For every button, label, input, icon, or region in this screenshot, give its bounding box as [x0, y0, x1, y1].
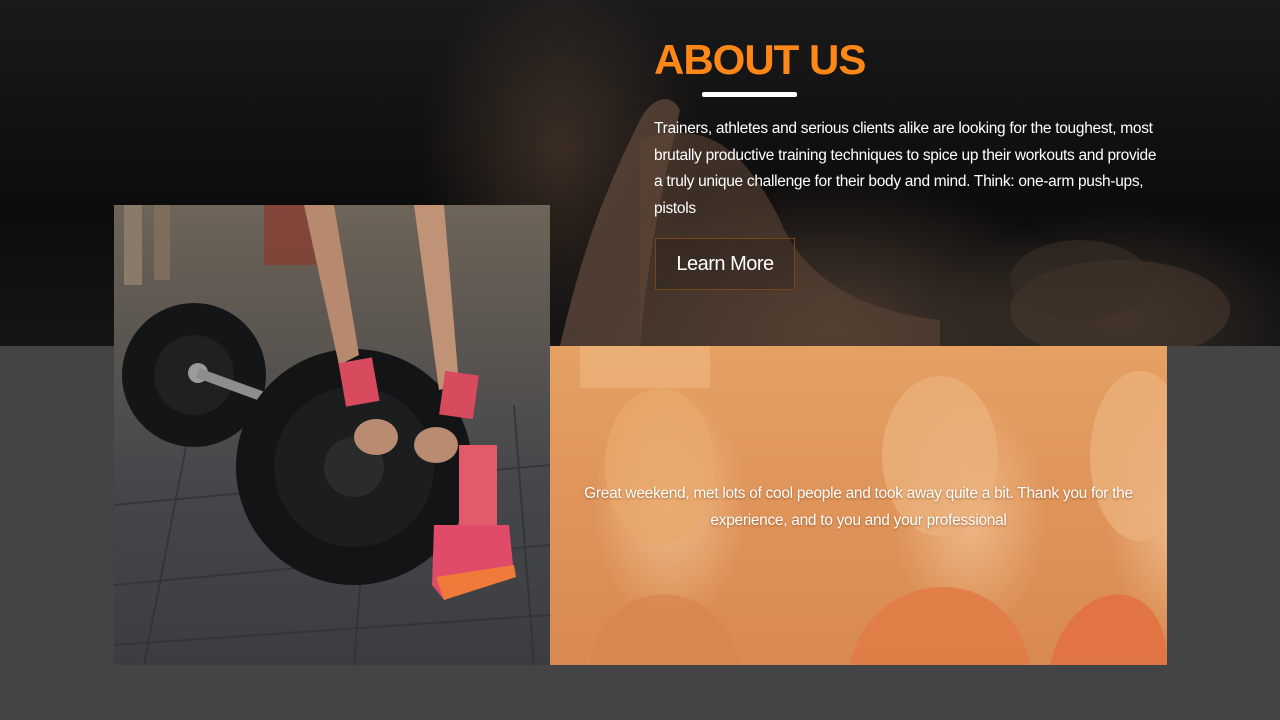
barbell-photo	[114, 205, 550, 665]
title-underline	[702, 92, 797, 97]
testimonial-photo: Great weekend, met lots of cool people a…	[550, 346, 1167, 665]
barbell-illustration	[114, 205, 550, 665]
testimonial-quote: Great weekend, met lots of cool people a…	[584, 485, 1133, 529]
page: ABOUT US Trainers, athletes and serious …	[0, 0, 1280, 720]
about-description: Trainers, athletes and serious clients a…	[654, 120, 1157, 217]
learn-more-button[interactable]: Learn More	[655, 238, 795, 290]
about-title: ABOUT US	[654, 36, 866, 83]
